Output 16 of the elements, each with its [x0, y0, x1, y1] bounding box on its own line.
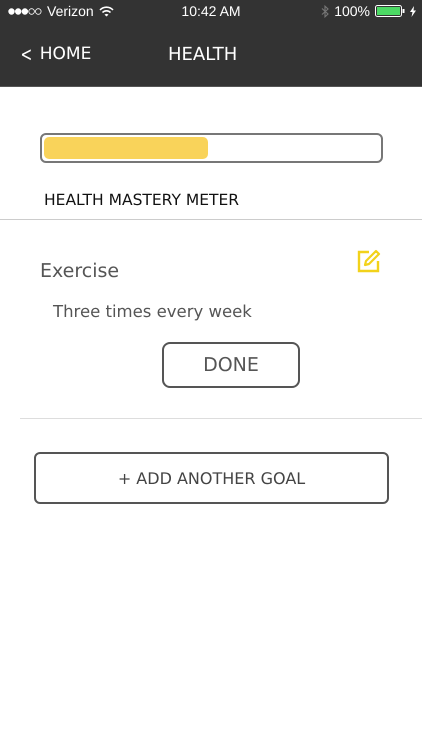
done-button[interactable]: DONE: [162, 342, 300, 388]
edit-icon[interactable]: [356, 248, 382, 274]
battery-icon: [375, 5, 405, 17]
goal-title: Exercise: [40, 260, 120, 282]
charging-bolt-icon: [410, 6, 416, 16]
bluetooth-icon: [321, 4, 330, 18]
signal-strength-icon: [8, 8, 42, 14]
screen-title: HEALTH: [168, 44, 238, 64]
status-time: 10:42 AM: [181, 3, 241, 19]
meter-label: HEALTH MASTERY METER: [44, 191, 240, 209]
wifi-icon: [98, 6, 114, 16]
battery-percentage: 100%: [334, 3, 370, 19]
goal-description: Three times every week: [53, 302, 253, 321]
back-button[interactable]: < HOME: [0, 42, 92, 66]
carrier-name: Verizon: [47, 3, 94, 19]
add-goal-button[interactable]: + ADD ANOTHER GOAL: [34, 452, 389, 504]
